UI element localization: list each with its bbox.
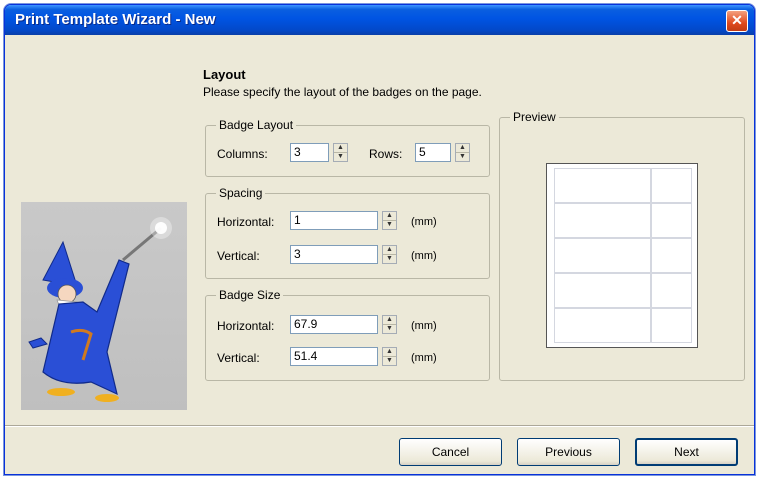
preview-badge [554, 308, 651, 343]
badge-size-vertical-spin-icon[interactable]: ▲ ▼ [382, 347, 397, 366]
spacing-vertical-input[interactable]: 3 [290, 245, 378, 264]
wizard-dialog: Print Template Wizard - New ✕ Layout Ple… [4, 4, 755, 475]
badge-size-horizontal-unit: (mm) [411, 320, 437, 332]
badge-size-horizontal-label: Horizontal: [217, 319, 275, 333]
next-button[interactable]: Next [635, 438, 738, 466]
rows-spin-icon[interactable]: ▲ ▼ [455, 143, 470, 162]
preview-badge [554, 273, 651, 308]
footer-separator [5, 425, 754, 427]
preview-badge [651, 168, 692, 203]
close-icon[interactable]: ✕ [726, 10, 748, 32]
badge-size-vertical-unit: (mm) [411, 352, 437, 364]
badge-size-horizontal-spin-icon[interactable]: ▲ ▼ [382, 315, 397, 334]
previous-button[interactable]: Previous [517, 438, 620, 466]
preview-badge [651, 308, 692, 343]
badge-size-label: Badge Size [216, 288, 284, 302]
spacing-vertical-label: Vertical: [217, 249, 260, 263]
rows-input[interactable]: 5 [415, 143, 451, 162]
title-bar[interactable]: Print Template Wizard - New ✕ [5, 5, 754, 35]
wizard-illustration [21, 202, 187, 410]
spacing-label: Spacing [216, 186, 266, 200]
preview-badge [651, 203, 692, 238]
cancel-button[interactable]: Cancel [399, 438, 502, 466]
spacing-horizontal-input[interactable]: 1 [290, 211, 378, 230]
columns-label: Columns: [217, 147, 268, 161]
window-title: Print Template Wizard - New [15, 11, 216, 28]
badge-size-horizontal-input[interactable]: 67.9 [290, 315, 378, 334]
spacing-horizontal-unit: (mm) [411, 216, 437, 228]
spacing-horizontal-spin-icon[interactable]: ▲ ▼ [382, 211, 397, 230]
preview-badge [651, 273, 692, 308]
badge-size-vertical-input[interactable]: 51.4 [290, 347, 378, 366]
spacing-group: Spacing [205, 186, 490, 279]
preview-grid [554, 168, 694, 343]
spacing-vertical-spin-icon[interactable]: ▲ ▼ [382, 245, 397, 264]
preview-page [546, 163, 698, 348]
preview-label: Preview [510, 110, 559, 124]
preview-badge [554, 203, 651, 238]
spacing-vertical-unit: (mm) [411, 250, 437, 262]
preview-badge [554, 168, 651, 203]
columns-spin-icon[interactable]: ▲ ▼ [333, 143, 348, 162]
columns-input[interactable]: 3 [290, 143, 329, 162]
badge-size-vertical-label: Vertical: [217, 351, 260, 365]
preview-badge [554, 238, 651, 273]
badge-layout-label: Badge Layout [216, 118, 297, 132]
rows-label: Rows: [369, 147, 403, 161]
page-heading: Layout [203, 67, 246, 82]
preview-badge [651, 238, 692, 273]
spacing-horizontal-label: Horizontal: [217, 215, 275, 229]
badge-size-group: Badge Size [205, 288, 490, 381]
page-description: Please specify the layout of the badges … [203, 85, 482, 99]
